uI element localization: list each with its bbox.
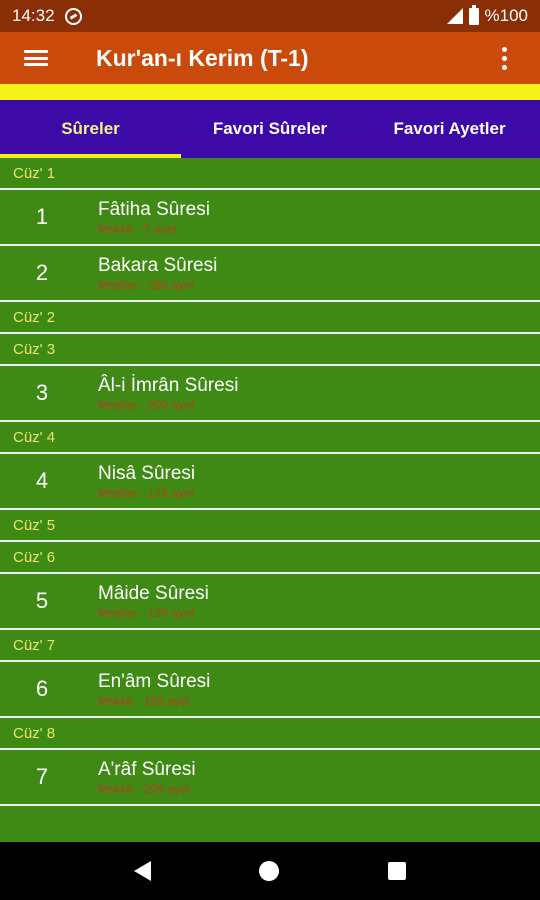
sura-meta: Mekke - 206 ayet [98,781,191,796]
tab-bar: Sûreler Favori Sûreler Favori Ayetler [0,100,540,158]
juz-header[interactable]: Cüz' 2 [0,302,540,334]
sura-meta: Medine - 200 ayet [98,397,195,412]
sura-number: 2 [35,260,49,285]
hamburger-menu-icon [24,50,48,66]
sura-row[interactable]: 7 A'râf Sûresi Mekke - 206 ayet [0,750,540,806]
sura-number: 1 [35,204,49,229]
sura-name: Bakara Sûresi [98,254,218,276]
sura-list[interactable]: Cüz' 1 1 Fâtiha Sûresi Mekke - 7 ayet 2 B… [0,158,540,842]
battery-icon [468,4,479,25]
signal-icon [446,8,463,24]
status-bar: 14:32 %100 [0,0,540,32]
sura-number: 6 [35,676,49,701]
sura-row[interactable]: 6 En'âm Sûresi Mekke - 165 ayet [0,662,540,718]
tab-sureler[interactable]: Sûreler [0,100,181,158]
tab-favori-ayetler[interactable]: Favori Ayetler [359,100,540,158]
juz-header[interactable]: Cüz' 7 [0,630,540,662]
sura-meta: Medine - 176 ayet [98,485,195,500]
juz-header[interactable]: Cüz' 8 [0,718,540,750]
sura-meta: Mekke - 7 ayet [98,221,177,236]
sura-name: Âl-i İmrân Sûresi [98,374,239,396]
sura-number: 7 [35,764,49,789]
sura-row[interactable]: 1 Fâtiha Sûresi Mekke - 7 ayet [0,190,540,246]
juz-header[interactable]: Cüz' 3 [0,334,540,366]
sura-meta: Mekke - 165 ayet [98,693,191,708]
sura-number: 3 [35,380,49,405]
back-icon[interactable] [134,861,152,881]
sura-row[interactable]: 2 Bakara Sûresi Medine - 286 ayet [0,246,540,302]
navigation-bar [0,842,540,900]
sura-name: A'râf Sûresi [98,758,196,780]
juz-header[interactable]: Cüz' 1 [0,158,540,190]
sura-number: 5 [35,588,49,613]
juz-header[interactable]: Cüz' 4 [0,422,540,454]
sura-row[interactable]: 4 Nisâ Sûresi Medine - 176 ayet [0,454,540,510]
status-time: 14:32 [12,6,55,25]
sura-number: 4 [35,468,49,493]
sura-row[interactable]: 3 Âl-i İmrân Sûresi Medine - 200 ayet [0,366,540,422]
app-title: Kur'an-ı Kerim (T-1) [96,44,309,71]
accent-strip [0,84,540,100]
juz-header[interactable]: Cüz' 6 [0,542,540,574]
app-bar: Kur'an-ı Kerim (T-1) [0,32,540,84]
sura-meta: Medine - 120 ayet [98,605,195,620]
recents-icon[interactable] [387,862,406,880]
juz-header[interactable]: Cüz' 5 [0,510,540,542]
tab-favori-sureler[interactable]: Favori Sûreler [181,100,359,158]
home-icon[interactable] [259,861,280,881]
sura-meta: Medine - 286 ayet [98,277,195,292]
sura-row[interactable]: 5 Mâide Sûresi Medine - 120 ayet [0,574,540,630]
menu-button[interactable] [0,32,72,84]
sura-name: Nisâ Sûresi [98,462,196,484]
sura-name: En'âm Sûresi [98,670,211,692]
sura-name: Mâide Sûresi [98,582,209,604]
more-vertical-icon[interactable] [468,32,540,84]
battery-percent: %100 [484,6,528,25]
sync-icon [64,7,82,25]
sura-name: Fâtiha Sûresi [98,198,210,220]
